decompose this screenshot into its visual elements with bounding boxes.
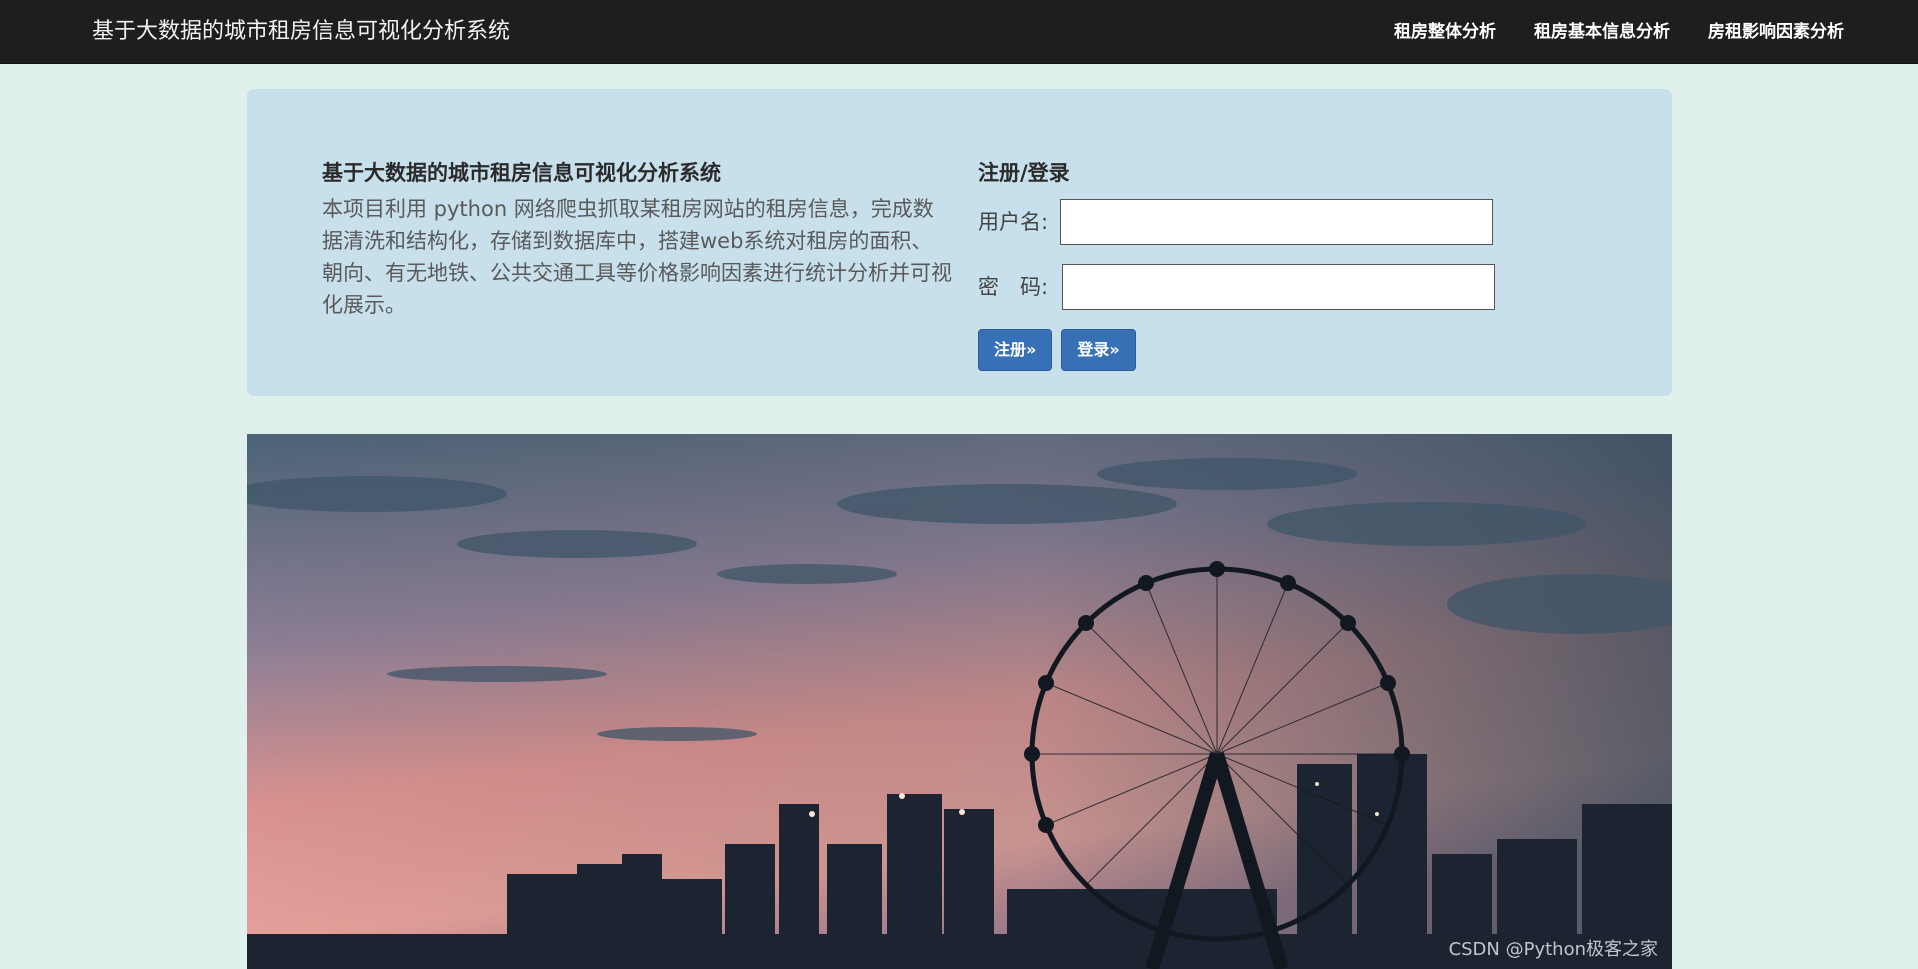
intro-description: 本项目利用 python 网络爬虫抓取某租房网站的租房信息，完成数据清洗和结构化… <box>322 197 952 317</box>
top-navbar: 基于大数据的城市租房信息可视化分析系统 租房整体分析 租房基本信息分析 房租影响… <box>0 0 1918 64</box>
intro-panel: 基于大数据的城市租房信息可视化分析系统 本项目利用 python 网络爬虫抓取某… <box>247 89 1672 396</box>
intro-section: 基于大数据的城市租房信息可视化分析系统 本项目利用 python 网络爬虫抓取某… <box>322 157 952 321</box>
nav-link-basic-info-analysis[interactable]: 租房基本信息分析 <box>1534 20 1670 44</box>
username-label: 用户名: <box>978 210 1049 234</box>
login-title: 注册/登录 <box>978 161 1070 185</box>
login-form: 注册/登录 用户名: 密 码: 注册» 登录» <box>978 157 1538 371</box>
nav-link-rent-factor-analysis[interactable]: 房租影响因素分析 <box>1708 20 1844 44</box>
skyline-illustration <box>247 434 1672 969</box>
nav-links: 租房整体分析 租房基本信息分析 房租影响因素分析 <box>1394 20 1844 44</box>
intro-title: 基于大数据的城市租房信息可视化分析系统 <box>322 161 721 185</box>
city-skyline-photo: CSDN @Python极客之家 <box>247 434 1672 969</box>
password-input[interactable] <box>1062 264 1496 310</box>
username-input[interactable] <box>1060 199 1494 245</box>
password-row: 密 码: <box>978 264 1538 310</box>
nav-link-overall-analysis[interactable]: 租房整体分析 <box>1394 20 1496 44</box>
csdn-watermark: CSDN @Python极客之家 <box>1448 939 1658 960</box>
brand-title[interactable]: 基于大数据的城市租房信息可视化分析系统 <box>92 18 510 46</box>
register-button[interactable]: 注册» <box>978 329 1053 371</box>
form-buttons: 注册» 登录» <box>978 329 1538 371</box>
username-row: 用户名: <box>978 199 1538 245</box>
password-label: 密 码: <box>978 275 1049 299</box>
login-button[interactable]: 登录» <box>1061 329 1136 371</box>
